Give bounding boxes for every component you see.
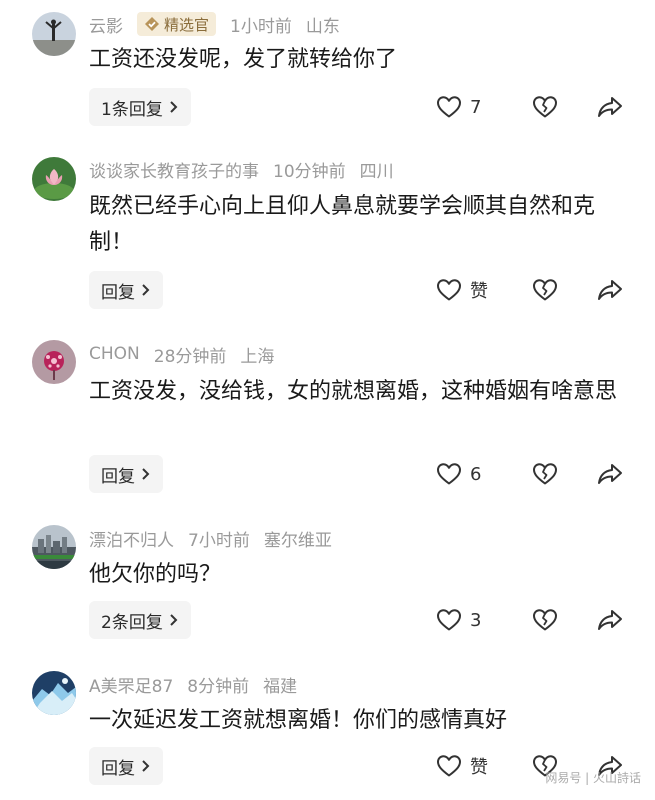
- like-button[interactable]: 3: [436, 601, 481, 639]
- broken-heart-icon: [533, 463, 557, 485]
- timestamp: 28分钟前: [153, 346, 227, 367]
- badge-label: 精选官: [164, 15, 210, 34]
- location: 山东: [305, 16, 340, 37]
- comment-meta: CHON 28分钟前 上海: [89, 340, 274, 368]
- broken-heart-icon: [533, 609, 557, 631]
- location: 四川: [359, 161, 394, 182]
- avatar[interactable]: [32, 340, 76, 384]
- like-count: 7: [470, 96, 482, 118]
- comment-text: 工资没发，没给钱，女的就想离婚，这种婚姻有啥意思: [89, 379, 618, 404]
- featured-badge: 精选官: [137, 12, 217, 36]
- share-button[interactable]: [596, 455, 624, 493]
- reply-button[interactable]: 1条回复: [89, 88, 191, 126]
- reply-button[interactable]: 回复: [89, 747, 163, 785]
- like-button[interactable]: 7: [436, 88, 481, 126]
- comment-text: 他欠你的吗？: [89, 562, 222, 587]
- dislike-button[interactable]: [532, 271, 558, 309]
- share-arrow-icon: [598, 464, 622, 484]
- comment-meta: 漂泊不归人 7小时前 塞尔维亚: [89, 524, 332, 552]
- heart-icon: [437, 279, 461, 301]
- heart-icon: [437, 755, 461, 777]
- username[interactable]: 漂泊不归人: [89, 526, 174, 551]
- dislike-button[interactable]: [532, 601, 558, 639]
- comment-text: 一次延迟发工资就想离婚！你们的感情真好: [89, 708, 508, 733]
- like-button[interactable]: 赞: [436, 747, 488, 785]
- comment-meta: 云影 精选官 1小时前 山东: [89, 10, 340, 38]
- avatar[interactable]: [32, 525, 76, 569]
- avatar[interactable]: [32, 12, 76, 56]
- avatar[interactable]: [32, 671, 76, 715]
- username[interactable]: A美罘足87: [89, 672, 173, 697]
- like-count: 赞: [470, 757, 488, 778]
- broken-heart-icon: [533, 279, 557, 301]
- dislike-button[interactable]: [532, 455, 558, 493]
- location: 塞尔维亚: [263, 530, 332, 551]
- comment-actions: 7: [436, 88, 626, 126]
- heart-icon: [437, 609, 461, 631]
- username[interactable]: 云影: [89, 12, 123, 37]
- heart-icon: [437, 96, 461, 118]
- timestamp: 7小时前: [188, 530, 250, 551]
- location: 福建: [263, 676, 298, 697]
- comment-text: 既然已经手心向上且仰人鼻息就要学会顺其自然和克制！: [89, 194, 596, 255]
- dislike-button[interactable]: [532, 88, 558, 126]
- check-badge-icon: [145, 17, 159, 31]
- watermark: 网易号 | 火山詩话: [545, 771, 641, 785]
- broken-heart-icon: [533, 96, 557, 118]
- like-count: 3: [470, 609, 482, 631]
- timestamp: 8分钟前: [187, 676, 250, 697]
- reply-label: 1条回复: [101, 99, 163, 120]
- share-arrow-icon: [598, 97, 622, 117]
- username[interactable]: 谈谈家长教育孩子的事: [89, 157, 259, 182]
- comment-meta: A美罘足87 8分钟前 福建: [89, 670, 297, 698]
- chevron-right-icon: [142, 284, 150, 296]
- share-arrow-icon: [598, 610, 622, 630]
- comment-actions: 6: [436, 455, 626, 493]
- chevron-right-icon: [142, 760, 150, 772]
- like-count: 6: [470, 463, 482, 485]
- like-count: 赞: [470, 281, 488, 302]
- reply-label: 2条回复: [101, 612, 163, 633]
- timestamp: 10分钟前: [273, 161, 346, 182]
- chevron-right-icon: [142, 468, 150, 480]
- location: 上海: [240, 346, 275, 367]
- reply-label: 回复: [101, 282, 135, 303]
- reply-label: 回复: [101, 466, 135, 487]
- comment-text: 工资还没发呢，发了就转给你了: [89, 47, 398, 72]
- comment-meta: 谈谈家长教育孩子的事 10分钟前 四川: [89, 155, 394, 183]
- timestamp: 1小时前: [230, 16, 292, 37]
- comment-actions: 3: [436, 601, 626, 639]
- chevron-right-icon: [170, 101, 178, 113]
- avatar[interactable]: [32, 157, 76, 201]
- heart-icon: [437, 463, 461, 485]
- username[interactable]: CHON: [89, 344, 140, 364]
- reply-label: 回复: [101, 758, 135, 779]
- comment-actions: 赞: [436, 271, 626, 309]
- share-button[interactable]: [596, 88, 624, 126]
- reply-button[interactable]: 回复: [89, 271, 163, 309]
- share-button[interactable]: [596, 601, 624, 639]
- share-arrow-icon: [598, 280, 622, 300]
- share-button[interactable]: [596, 271, 624, 309]
- chevron-right-icon: [170, 614, 178, 626]
- like-button[interactable]: 赞: [436, 271, 488, 309]
- reply-button[interactable]: 回复: [89, 455, 163, 493]
- like-button[interactable]: 6: [436, 455, 481, 493]
- reply-button[interactable]: 2条回复: [89, 601, 191, 639]
